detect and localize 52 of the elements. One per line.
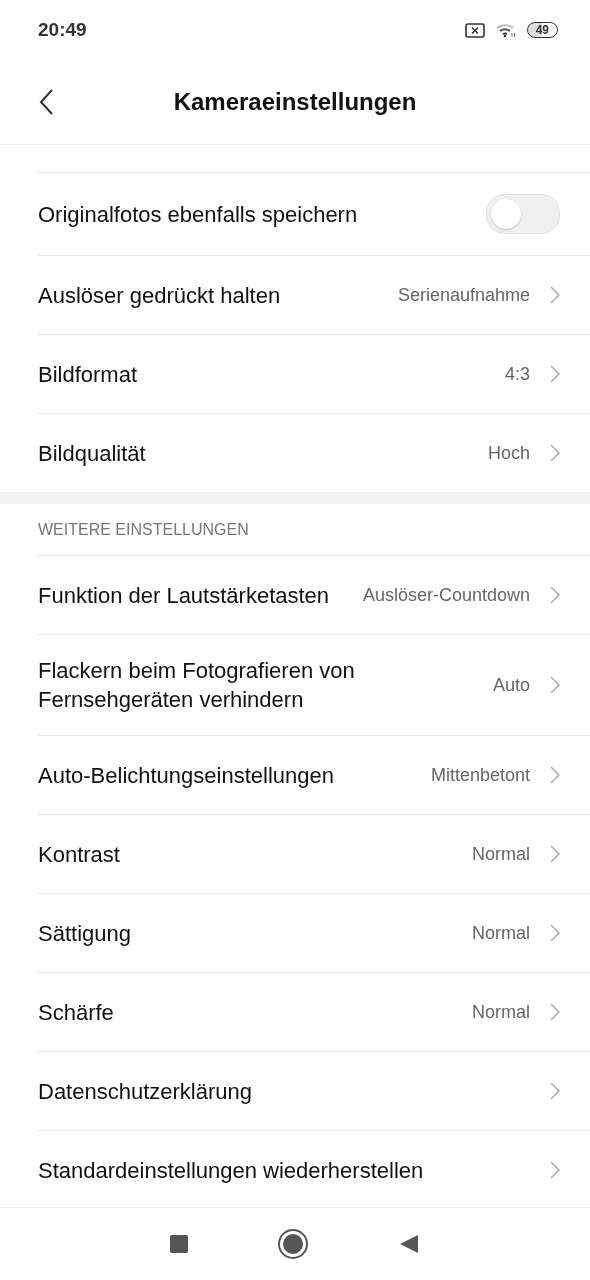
setting-value: Normal: [472, 843, 530, 865]
wifi-icon: [494, 22, 517, 38]
chevron-icon: [550, 365, 560, 383]
setting-label: Kontrast: [38, 840, 121, 869]
setting-value: Normal: [472, 922, 530, 944]
settings-row[interactable]: Funktion der Lautstärketasten Auslöser-Countdown: [38, 555, 590, 634]
setting-value: Auslöser-Countdown: [362, 584, 530, 606]
chevron-icon: [550, 1082, 560, 1100]
setting-label: Funktion der Lautstärketasten: [38, 581, 331, 610]
setting-value: Auto: [492, 674, 530, 696]
chevron-icon: [550, 1161, 560, 1179]
settings-row[interactable]: Datenschutzerklärung: [38, 1051, 590, 1130]
setting-value: Mittenbetont: [430, 764, 530, 786]
setting-label: Bildformat: [38, 360, 139, 389]
back-triangle-icon[interactable]: [398, 1233, 420, 1255]
status-time: 20:49: [38, 19, 87, 41]
setting-value: Normal: [472, 1001, 530, 1023]
settings-row[interactable]: Auslöser gedrückt halten Serienaufnahme: [38, 255, 590, 334]
setting-label: Bildqualität: [38, 439, 147, 468]
setting-label: Schärfe: [38, 998, 115, 1027]
chevron-icon: [550, 766, 560, 784]
settings-row[interactable]: Bildformat 4:3: [38, 334, 590, 413]
settings-row[interactable]: Originalfotos ebenfalls speichern: [38, 172, 590, 255]
setting-label: Standardeinstellungen wiederherstellen: [38, 1156, 425, 1185]
chevron-icon: [550, 845, 560, 863]
setting-value: Serienaufnahme: [397, 284, 530, 306]
setting-label: Auslöser gedrückt halten: [38, 281, 282, 310]
settings-row[interactable]: Sättigung Normal: [38, 893, 590, 972]
setting-label: Flackern beim Fotografieren von Fernsehgeräten verhindern: [38, 657, 356, 714]
toggle-switch[interactable]: [486, 194, 560, 234]
setting-label: Originalfotos ebenfalls speichern: [38, 200, 359, 229]
back-icon[interactable]: [38, 88, 54, 116]
chevron-icon: [550, 286, 560, 304]
setting-label: Auto-Belichtungseinstellungen: [38, 761, 335, 790]
setting-label: Datenschutzerklärung: [38, 1077, 253, 1106]
settings-row[interactable]: Standardeinstellungen wiederherstellen: [38, 1130, 590, 1207]
page-title: Kameraeinstellungen: [173, 88, 417, 116]
battery-indicator: 49: [526, 22, 558, 38]
settings-row[interactable]: Kontrast Normal: [38, 814, 590, 893]
settings-row[interactable]: Schärfe Normal: [38, 972, 590, 1051]
setting-value: 4:3: [504, 363, 530, 385]
setting-value: Hoch: [487, 442, 530, 464]
chevron-icon: [550, 924, 560, 942]
section-heading: WEITERE EINSTELLUNGEN: [38, 520, 249, 539]
chevron-icon: [550, 1003, 560, 1021]
settings-row[interactable]: Auto-Belichtungseinstellungen Mittenbetont: [38, 735, 590, 814]
chevron-icon: [550, 444, 560, 462]
no-sim-icon: [464, 22, 485, 38]
setting-label: Sättigung: [38, 919, 132, 948]
chevron-icon: [550, 586, 560, 604]
settings-row[interactable]: Flackern beim Fotografieren von Fernsehgeräten verhindern Auto: [38, 634, 590, 735]
chevron-icon: [550, 676, 560, 694]
